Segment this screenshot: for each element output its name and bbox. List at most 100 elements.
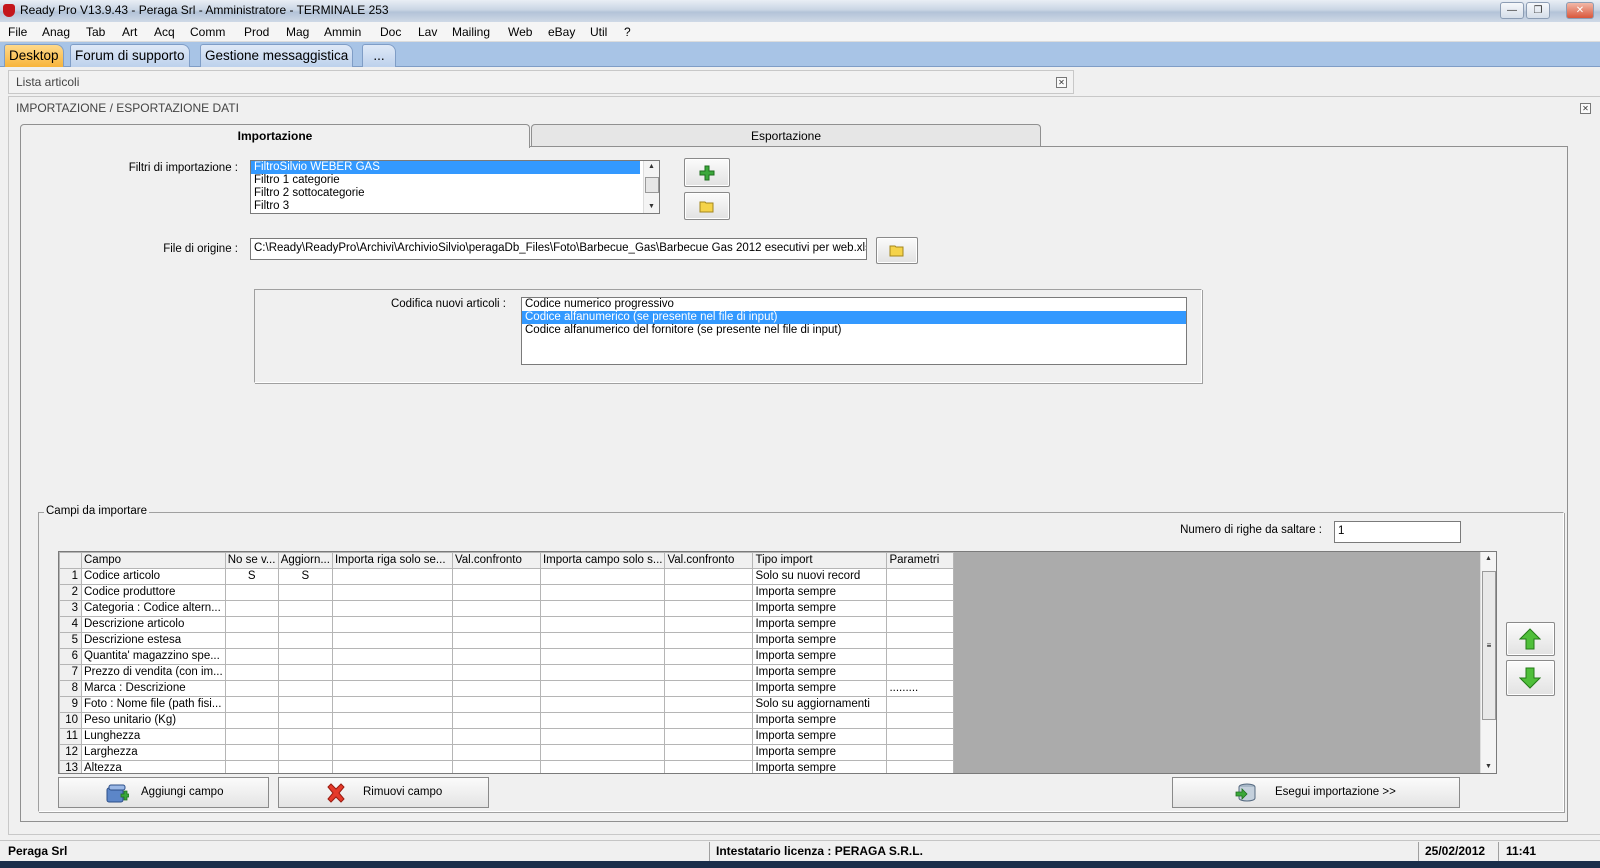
grid-cell[interactable]: Descrizione articolo bbox=[81, 616, 226, 633]
grid-cell[interactable] bbox=[451, 744, 541, 761]
grid-cell[interactable] bbox=[664, 616, 754, 633]
grid-cell[interactable] bbox=[224, 616, 279, 633]
close-button[interactable]: ✕ bbox=[1566, 2, 1594, 19]
grid-cell[interactable] bbox=[886, 632, 955, 649]
grid-cell[interactable]: Importa sempre bbox=[752, 632, 888, 649]
minimize-button[interactable]: — bbox=[1500, 2, 1524, 19]
table-row[interactable]: 10 Peso unitario (Kg) Importa sempre bbox=[59, 712, 955, 729]
grid-cell[interactable]: Solo su aggiornamenti bbox=[752, 696, 888, 713]
column-header[interactable]: Tipo import bbox=[752, 552, 888, 569]
filtri-item[interactable]: FiltroSilvio WEBER GAS bbox=[251, 161, 640, 174]
filtri-list[interactable]: FiltroSilvio WEBER GAS Filtro 1 categori… bbox=[250, 160, 660, 214]
grid-cell[interactable] bbox=[539, 600, 666, 617]
menu-anag[interactable]: Anag bbox=[42, 25, 70, 39]
column-header[interactable]: Importa riga solo se... bbox=[331, 552, 453, 569]
grid-cell[interactable]: Peso unitario (Kg) bbox=[81, 712, 226, 729]
grid-cell[interactable] bbox=[224, 680, 279, 697]
grid-cell[interactable]: Importa sempre bbox=[752, 680, 888, 697]
grid-cell[interactable] bbox=[886, 600, 955, 617]
grid-cell[interactable]: Foto : Nome file (path fisi... bbox=[81, 696, 226, 713]
column-header[interactable]: Campo bbox=[81, 552, 226, 569]
grid-cell[interactable] bbox=[451, 680, 541, 697]
grid-cell[interactable] bbox=[886, 760, 955, 773]
column-header[interactable]: Val.confronto bbox=[451, 552, 541, 569]
tab-desktop[interactable]: Desktop bbox=[4, 44, 64, 67]
grid-cell[interactable]: S bbox=[224, 568, 279, 585]
grid-cell[interactable] bbox=[277, 600, 333, 617]
grid-cell[interactable]: Importa sempre bbox=[752, 760, 888, 773]
grid-cell[interactable] bbox=[886, 648, 955, 665]
grid-cell[interactable] bbox=[224, 696, 279, 713]
grid-cell[interactable]: Importa sempre bbox=[752, 664, 888, 681]
grid-cell[interactable] bbox=[539, 728, 666, 745]
grid-cell[interactable]: Altezza bbox=[81, 760, 226, 773]
grid-cell[interactable] bbox=[451, 616, 541, 633]
menu-art[interactable]: Art bbox=[122, 25, 137, 39]
grid-cell[interactable] bbox=[224, 760, 279, 773]
restore-button[interactable]: ❐ bbox=[1526, 2, 1550, 19]
grid-cell[interactable] bbox=[277, 696, 333, 713]
grid-cell[interactable] bbox=[331, 568, 453, 585]
grid-cell[interactable] bbox=[664, 600, 754, 617]
grid-cell[interactable] bbox=[331, 664, 453, 681]
filtri-item[interactable]: Filtro 2 sottocategorie bbox=[251, 187, 659, 200]
grid-cell[interactable] bbox=[664, 760, 754, 773]
grid-cell[interactable] bbox=[277, 632, 333, 649]
grid-cell[interactable]: ......... bbox=[886, 680, 955, 697]
grid-cell[interactable] bbox=[664, 696, 754, 713]
browse-file-button[interactable] bbox=[876, 237, 918, 264]
scroll-up-icon[interactable]: ▲ bbox=[644, 163, 659, 170]
grid-scrollbar[interactable]: ▲ ≡ ▼ bbox=[1480, 552, 1496, 773]
table-row[interactable]: 9 Foto : Nome file (path fisi... Solo su a… bbox=[59, 696, 955, 713]
grid-cell[interactable] bbox=[277, 584, 333, 601]
tab-forum[interactable]: Forum di supporto bbox=[70, 44, 190, 67]
grid-cell[interactable] bbox=[331, 648, 453, 665]
grid-cell[interactable] bbox=[886, 728, 955, 745]
table-row[interactable]: 5 Descrizione estesa Importa sempre bbox=[59, 632, 955, 649]
grid-cell[interactable] bbox=[664, 728, 754, 745]
table-row[interactable]: 7 Prezzo di vendita (con im... Importa sem… bbox=[59, 664, 955, 681]
grid-cell[interactable] bbox=[224, 712, 279, 729]
column-header[interactable]: Parametri bbox=[886, 552, 955, 569]
grid-cell[interactable] bbox=[277, 760, 333, 773]
grid-cell[interactable] bbox=[539, 616, 666, 633]
codifica-item[interactable]: Codice alfanumerico (se presente nel fil… bbox=[522, 311, 1186, 324]
grid-cell[interactable] bbox=[539, 744, 666, 761]
grid-cell[interactable] bbox=[277, 744, 333, 761]
grid-cell[interactable] bbox=[331, 760, 453, 773]
grid-cell[interactable] bbox=[451, 664, 541, 681]
grid-cell[interactable]: Codice produttore bbox=[81, 584, 226, 601]
grid-cell[interactable] bbox=[664, 744, 754, 761]
table-row[interactable]: 4 Descrizione articolo Importa sempre bbox=[59, 616, 955, 633]
grid-cell[interactable] bbox=[886, 664, 955, 681]
grid-cell[interactable] bbox=[451, 696, 541, 713]
scroll-down-icon[interactable]: ▼ bbox=[644, 203, 659, 210]
grid-cell[interactable]: Importa sempre bbox=[752, 616, 888, 633]
column-header[interactable]: Val.confronto bbox=[664, 552, 754, 569]
filtri-item[interactable]: Filtro 3 bbox=[251, 200, 659, 213]
grid-cell[interactable] bbox=[331, 712, 453, 729]
grid-cell[interactable] bbox=[539, 680, 666, 697]
grid-cell[interactable] bbox=[664, 568, 754, 585]
menu-prod[interactable]: Prod bbox=[244, 25, 269, 39]
grid-cell[interactable] bbox=[664, 632, 754, 649]
campi-grid[interactable]: Campo No se v... Aggiorn... Importa riga… bbox=[58, 551, 1497, 774]
grid-cell[interactable] bbox=[331, 696, 453, 713]
grid-cell[interactable] bbox=[224, 728, 279, 745]
tab-esportazione[interactable]: Esportazione bbox=[531, 124, 1041, 147]
grid-cell[interactable] bbox=[224, 648, 279, 665]
grid-cell[interactable] bbox=[451, 760, 541, 773]
grid-cell[interactable]: Importa sempre bbox=[752, 584, 888, 601]
tab-messaggistica[interactable]: Gestione messaggistica bbox=[200, 44, 354, 67]
grid-cell[interactable] bbox=[224, 584, 279, 601]
grid-cell[interactable] bbox=[886, 712, 955, 729]
menu-lav[interactable]: Lav bbox=[418, 25, 437, 39]
grid-cell[interactable] bbox=[331, 744, 453, 761]
open-filter-button[interactable] bbox=[684, 192, 730, 220]
grid-cell[interactable] bbox=[886, 584, 955, 601]
menu-doc[interactable]: Doc bbox=[380, 25, 401, 39]
grid-cell[interactable]: Codice articolo bbox=[81, 568, 226, 585]
grid-cell[interactable]: Solo su nuovi record bbox=[752, 568, 888, 585]
tab-importazione[interactable]: Importazione bbox=[20, 124, 530, 148]
column-header[interactable]: Aggiorn... bbox=[277, 552, 333, 569]
